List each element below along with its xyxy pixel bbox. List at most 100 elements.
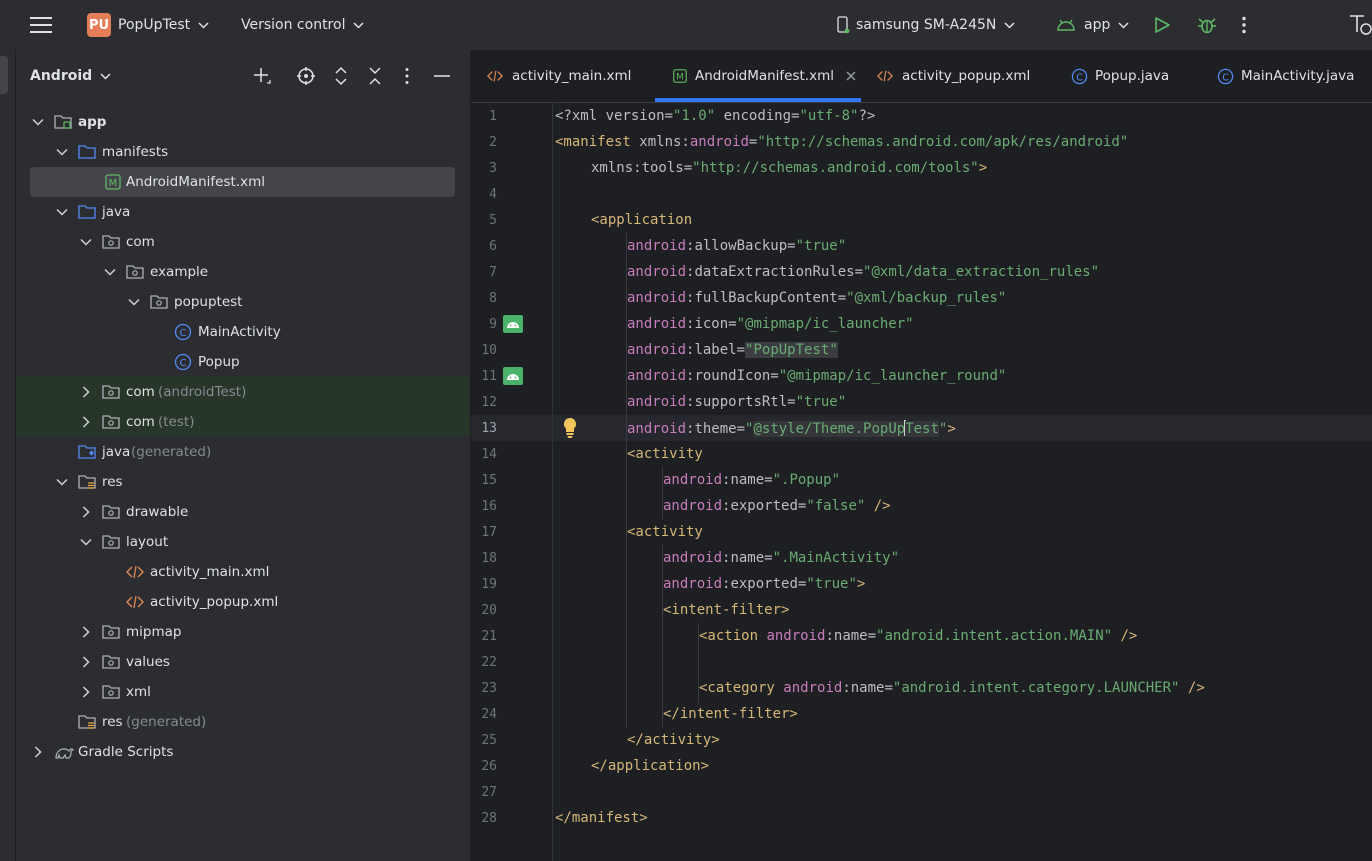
tree-item-layout[interactable]: layout (16, 527, 470, 557)
project-tool-window-toggle[interactable] (0, 56, 8, 94)
chevron-down-icon (56, 148, 68, 156)
tree-item-label: res (102, 474, 123, 490)
code-line-26[interactable]: </application> (591, 758, 709, 774)
tree-item-mainactivity[interactable]: C MainActivity (16, 317, 470, 347)
gutter-separator (552, 102, 553, 861)
code-line-23[interactable]: <category android:name="android.intent.c… (699, 680, 1205, 696)
code-line-3[interactable]: xmlns:tools="http://schemas.android.com/… (591, 160, 987, 176)
tab-activity-popup-xml[interactable]: activity_popup.xml (875, 50, 1030, 102)
code-line-1[interactable]: <?xml version="1.0" encoding="utf-8"?> (555, 108, 875, 124)
chevron-down-icon (100, 72, 111, 80)
android-resource-icon[interactable] (503, 367, 523, 385)
tree-item-com-androidtest[interactable]: com (androidTest) (16, 377, 470, 407)
tree-item-gradle-scripts[interactable]: Gradle Scripts (16, 737, 470, 767)
manifest-icon: M (673, 69, 687, 83)
hide-panel-button[interactable] (433, 64, 451, 88)
tree-item-manifests[interactable]: manifests (16, 137, 470, 167)
code-line-21[interactable]: <action android:name="android.intent.act… (699, 628, 1137, 644)
run-button[interactable] (1153, 0, 1171, 50)
tree-item-res-generated[interactable]: res (generated) (16, 707, 470, 737)
code-line-8[interactable]: android:fullBackupContent="@xml/backup_r… (627, 290, 1006, 306)
tree-item-mipmap[interactable]: mipmap (16, 617, 470, 647)
code-token: android (627, 421, 687, 437)
code-token: "@xml/backup_rules" (846, 290, 1007, 306)
code-line-25[interactable]: </activity> (627, 732, 720, 748)
tree-item-activity-main-xml[interactable]: activity_main.xml (16, 557, 470, 587)
tree-item-label: Popup (198, 354, 240, 370)
select-opened-file-button[interactable] (296, 64, 316, 88)
version-control-widget[interactable]: Version control (241, 0, 364, 50)
android-resource-icon[interactable] (503, 315, 523, 333)
tab-label: Popup.java (1095, 68, 1170, 84)
tab-activity-main-xml[interactable]: activity_main.xml (485, 50, 631, 102)
project-widget[interactable]: PU PopUpTest (87, 0, 209, 50)
tab-popup-java[interactable]: C Popup.java (1071, 50, 1169, 102)
chevron-right-icon (82, 656, 90, 668)
plus-icon (254, 68, 271, 84)
more-actions-button[interactable] (1241, 0, 1247, 50)
code-line-2[interactable]: <manifest xmlns:android="http://schemas.… (555, 134, 1128, 150)
code-token: encoding= (715, 108, 800, 124)
debug-button[interactable] (1197, 0, 1217, 50)
tree-item-java[interactable]: java (16, 197, 470, 227)
code-line-19[interactable]: android:exported="true"> (663, 576, 865, 592)
device-selector[interactable]: samsung SM-A245N (836, 0, 1015, 50)
new-file-button[interactable] (252, 64, 272, 88)
tab-androidmanifest-xml[interactable]: M AndroidManifest.xml (655, 50, 861, 102)
line-number: 14 (481, 447, 497, 462)
code-line-20[interactable]: <intent-filter> (663, 602, 789, 618)
tree-item-popup[interactable]: C Popup (16, 347, 470, 377)
module-folder-icon (54, 115, 72, 129)
chevron-right-icon (82, 686, 90, 698)
code-line-6[interactable]: android:allowBackup="true" (627, 238, 846, 254)
code-token: :allowBackup= (686, 238, 796, 254)
tree-item-activity-popup-xml[interactable]: activity_popup.xml (16, 587, 470, 617)
code-line-17[interactable]: <activity (627, 524, 703, 540)
tree-item-com-test[interactable]: com (test) (16, 407, 470, 437)
panel-options-button[interactable] (404, 64, 410, 88)
tab-mainactivity-java[interactable]: C MainActivity.java (1217, 50, 1354, 102)
code-line-9[interactable]: android:icon="@mipmap/ic_launcher" (627, 316, 914, 332)
line-number: 2 (489, 135, 497, 150)
svg-text:C: C (1076, 72, 1083, 83)
code-line-13[interactable]: android:theme="@style/Theme.PopUpTest"> (627, 420, 956, 437)
tree-item-java-generated[interactable]: java (generated) (16, 437, 470, 467)
tools-button[interactable] (1349, 0, 1372, 50)
code-line-10[interactable]: android:label="PopUpTest" (627, 342, 838, 358)
code-line-15[interactable]: android:name=".Popup" (663, 472, 840, 488)
code-token: "1.0" (673, 108, 716, 124)
run-configuration-selector[interactable]: app (1056, 0, 1129, 50)
code-line-7[interactable]: android:dataExtractionRules="@xml/data_e… (627, 264, 1099, 280)
main-menu-button[interactable] (30, 0, 52, 50)
indent-guide (662, 545, 663, 727)
tree-item-com[interactable]: com (16, 227, 470, 257)
code-line-5[interactable]: <application (591, 212, 692, 228)
tree-item-androidmanifest[interactable]: M AndroidManifest.xml (30, 167, 455, 197)
expand-all-button[interactable] (334, 64, 348, 88)
tree-item-example[interactable]: example (16, 257, 470, 287)
code-line-11[interactable]: android:roundIcon="@mipmap/ic_launcher_r… (627, 368, 1006, 384)
intention-bulb-button[interactable] (562, 417, 578, 443)
tree-item-xml[interactable]: xml (16, 677, 470, 707)
code-token: :name= (842, 680, 893, 696)
line-number: 10 (481, 343, 497, 358)
package-icon (102, 655, 120, 669)
tree-item-drawable[interactable]: drawable (16, 497, 470, 527)
code-line-12[interactable]: android:supportsRtl="true" (627, 394, 846, 410)
code-token: </application> (591, 758, 710, 774)
code-line-18[interactable]: android:name=".MainActivity" (663, 550, 899, 566)
code-line-24[interactable]: </intent-filter> (663, 706, 798, 722)
code-line-16[interactable]: android:exported="false" /> (663, 498, 891, 514)
hamburger-icon (30, 17, 52, 33)
code-line-28[interactable]: </manifest> (555, 810, 648, 826)
tree-item-values[interactable]: values (16, 647, 470, 677)
project-view-selector[interactable]: Android (30, 50, 111, 102)
resource-folder-icon (78, 715, 96, 729)
close-tab-button[interactable] (846, 71, 856, 81)
tree-item-popuptest[interactable]: popuptest (16, 287, 470, 317)
tree-item-app[interactable]: app (16, 107, 470, 137)
code-line-14[interactable]: <activity (627, 446, 703, 462)
title-bar: PU PopUpTest Version control samsung SM-… (0, 0, 1372, 50)
tree-item-res[interactable]: res (16, 467, 470, 497)
collapse-all-button[interactable] (368, 64, 382, 88)
